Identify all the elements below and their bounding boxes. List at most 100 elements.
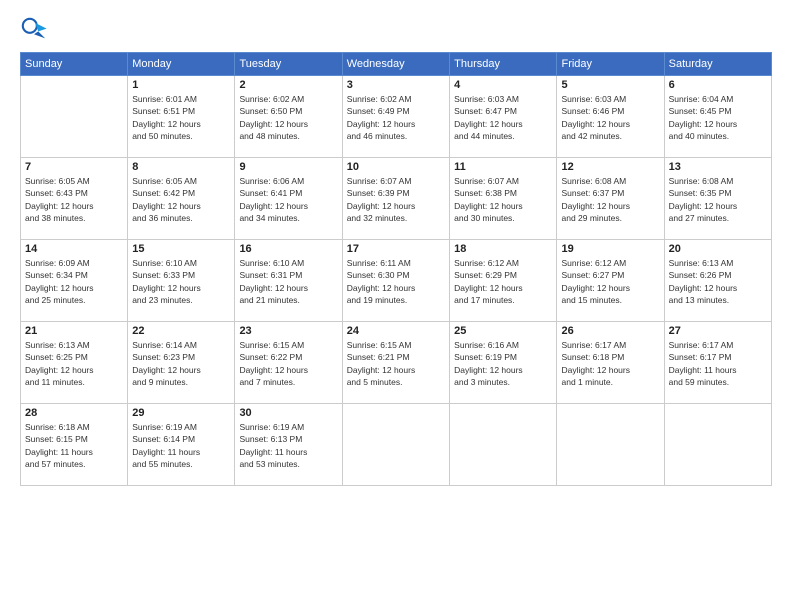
day-number: 29 [132,407,230,419]
day-info: Sunrise: 6:13 AM Sunset: 6:25 PM Dayligh… [25,339,123,388]
day-info: Sunrise: 6:08 AM Sunset: 6:35 PM Dayligh… [669,175,767,224]
calendar-table: SundayMondayTuesdayWednesdayThursdayFrid… [20,52,772,486]
calendar-cell: 23Sunrise: 6:15 AM Sunset: 6:22 PM Dayli… [235,322,342,404]
calendar-cell: 17 Sunrise: 6:11 AM Sunset: 6:30 PM Dayli… [342,240,449,322]
calendar-header-wednesday: Wednesday [342,53,449,76]
calendar-cell: 29 Sunrise: 6:19 AM Sunset: 6:14 PM Dayli… [128,404,235,486]
day-info: Sunrise: 6:10 AM Sunset: 6:31 PM Dayligh… [239,257,337,306]
week-row-2: 7 Sunrise: 6:05 AM Sunset: 6:43 PM Daylig… [21,158,772,240]
calendar-cell: 25Sunrise: 6:16 AM Sunset: 6:19 PM Dayli… [450,322,557,404]
day-number: 17 [347,243,445,255]
calendar-cell: 3 Sunrise: 6:02 AM Sunset: 6:49 PM Daylig… [342,76,449,158]
day-number: 11 [454,161,552,173]
calendar-cell: 27 Sunrise: 6:17 AM Sunset: 6:17 PM Dayli… [664,322,771,404]
calendar-header-monday: Monday [128,53,235,76]
day-number: 4 [454,79,552,91]
calendar-cell: 21 Sunrise: 6:13 AM Sunset: 6:25 PM Dayli… [21,322,128,404]
calendar-cell: 30 Sunrise: 6:19 AM Sunset: 6:13 PM Dayli… [235,404,342,486]
logo-icon [20,16,48,44]
day-number: 19 [561,243,659,255]
calendar-cell: 6 Sunrise: 6:04 AM Sunset: 6:45 PM Daylig… [664,76,771,158]
calendar-cell: 16 Sunrise: 6:10 AM Sunset: 6:31 PM Dayli… [235,240,342,322]
calendar-header-thursday: Thursday [450,53,557,76]
day-info: Sunrise: 6:04 AM Sunset: 6:45 PM Dayligh… [669,93,767,142]
calendar-cell: 24 Sunrise: 6:15 AM Sunset: 6:21 PM Dayli… [342,322,449,404]
day-info: Sunrise: 6:07 AM Sunset: 6:39 PM Dayligh… [347,175,445,224]
calendar-cell [21,76,128,158]
day-number: 24 [347,325,445,337]
day-info: Sunrise: 6:15 AM Sunset: 6:22 PM Dayligh… [239,339,337,388]
day-number: 21 [25,325,123,337]
logo [20,16,52,44]
day-info: Sunrise: 6:08 AM Sunset: 6:37 PM Dayligh… [561,175,659,224]
day-info: Sunrise: 6:07 AM Sunset: 6:38 PM Dayligh… [454,175,552,224]
day-number: 1 [132,79,230,91]
day-info: Sunrise: 6:18 AM Sunset: 6:15 PM Dayligh… [25,421,123,470]
calendar-cell: 5 Sunrise: 6:03 AM Sunset: 6:46 PM Daylig… [557,76,664,158]
calendar-cell: 9 Sunrise: 6:06 AM Sunset: 6:41 PM Daylig… [235,158,342,240]
calendar-cell: 11 Sunrise: 6:07 AM Sunset: 6:38 PM Dayli… [450,158,557,240]
calendar-cell: 18Sunrise: 6:12 AM Sunset: 6:29 PM Dayli… [450,240,557,322]
day-info: Sunrise: 6:02 AM Sunset: 6:49 PM Dayligh… [347,93,445,142]
day-number: 6 [669,79,767,91]
page: SundayMondayTuesdayWednesdayThursdayFrid… [0,0,792,612]
day-number: 26 [561,325,659,337]
day-info: Sunrise: 6:10 AM Sunset: 6:33 PM Dayligh… [132,257,230,306]
day-info: Sunrise: 6:11 AM Sunset: 6:30 PM Dayligh… [347,257,445,306]
day-info: Sunrise: 6:15 AM Sunset: 6:21 PM Dayligh… [347,339,445,388]
calendar-cell: 20Sunrise: 6:13 AM Sunset: 6:26 PM Dayli… [664,240,771,322]
day-number: 27 [669,325,767,337]
week-row-5: 28 Sunrise: 6:18 AM Sunset: 6:15 PM Dayli… [21,404,772,486]
day-number: 9 [239,161,337,173]
day-number: 7 [25,161,123,173]
day-info: Sunrise: 6:02 AM Sunset: 6:50 PM Dayligh… [239,93,337,142]
calendar-cell: 15 Sunrise: 6:10 AM Sunset: 6:33 PM Dayli… [128,240,235,322]
day-number: 30 [239,407,337,419]
day-info: Sunrise: 6:05 AM Sunset: 6:42 PM Dayligh… [132,175,230,224]
day-info: Sunrise: 6:13 AM Sunset: 6:26 PM Dayligh… [669,257,767,306]
day-number: 10 [347,161,445,173]
calendar-cell: 13 Sunrise: 6:08 AM Sunset: 6:35 PM Dayli… [664,158,771,240]
calendar-header-sunday: Sunday [21,53,128,76]
day-info: Sunrise: 6:01 AM Sunset: 6:51 PM Dayligh… [132,93,230,142]
calendar-cell: 19Sunrise: 6:12 AM Sunset: 6:27 PM Dayli… [557,240,664,322]
day-number: 14 [25,243,123,255]
day-number: 5 [561,79,659,91]
day-info: Sunrise: 6:19 AM Sunset: 6:14 PM Dayligh… [132,421,230,470]
calendar-cell [342,404,449,486]
day-number: 8 [132,161,230,173]
calendar-cell: 8 Sunrise: 6:05 AM Sunset: 6:42 PM Daylig… [128,158,235,240]
calendar-cell: 7 Sunrise: 6:05 AM Sunset: 6:43 PM Daylig… [21,158,128,240]
day-number: 12 [561,161,659,173]
calendar-header-row: SundayMondayTuesdayWednesdayThursdayFrid… [21,53,772,76]
calendar-header-friday: Friday [557,53,664,76]
day-number: 13 [669,161,767,173]
day-number: 25 [454,325,552,337]
day-number: 2 [239,79,337,91]
day-number: 3 [347,79,445,91]
calendar-cell: 12 Sunrise: 6:08 AM Sunset: 6:37 PM Dayli… [557,158,664,240]
calendar-cell: 2 Sunrise: 6:02 AM Sunset: 6:50 PM Daylig… [235,76,342,158]
day-info: Sunrise: 6:17 AM Sunset: 6:17 PM Dayligh… [669,339,767,388]
calendar-cell: 10 Sunrise: 6:07 AM Sunset: 6:39 PM Dayli… [342,158,449,240]
day-number: 22 [132,325,230,337]
day-info: Sunrise: 6:14 AM Sunset: 6:23 PM Dayligh… [132,339,230,388]
day-info: Sunrise: 6:06 AM Sunset: 6:41 PM Dayligh… [239,175,337,224]
day-info: Sunrise: 6:12 AM Sunset: 6:29 PM Dayligh… [454,257,552,306]
week-row-1: 1 Sunrise: 6:01 AM Sunset: 6:51 PM Daylig… [21,76,772,158]
calendar-cell: 22 Sunrise: 6:14 AM Sunset: 6:23 PM Dayli… [128,322,235,404]
week-row-3: 14Sunrise: 6:09 AM Sunset: 6:34 PM Dayli… [21,240,772,322]
calendar-cell: 26Sunrise: 6:17 AM Sunset: 6:18 PM Dayli… [557,322,664,404]
day-number: 28 [25,407,123,419]
calendar-cell: 1 Sunrise: 6:01 AM Sunset: 6:51 PM Daylig… [128,76,235,158]
calendar-header-tuesday: Tuesday [235,53,342,76]
header [20,16,772,44]
calendar-cell: 28 Sunrise: 6:18 AM Sunset: 6:15 PM Dayli… [21,404,128,486]
day-number: 16 [239,243,337,255]
day-info: Sunrise: 6:19 AM Sunset: 6:13 PM Dayligh… [239,421,337,470]
day-number: 15 [132,243,230,255]
day-info: Sunrise: 6:03 AM Sunset: 6:46 PM Dayligh… [561,93,659,142]
day-info: Sunrise: 6:03 AM Sunset: 6:47 PM Dayligh… [454,93,552,142]
day-info: Sunrise: 6:05 AM Sunset: 6:43 PM Dayligh… [25,175,123,224]
calendar-cell [450,404,557,486]
